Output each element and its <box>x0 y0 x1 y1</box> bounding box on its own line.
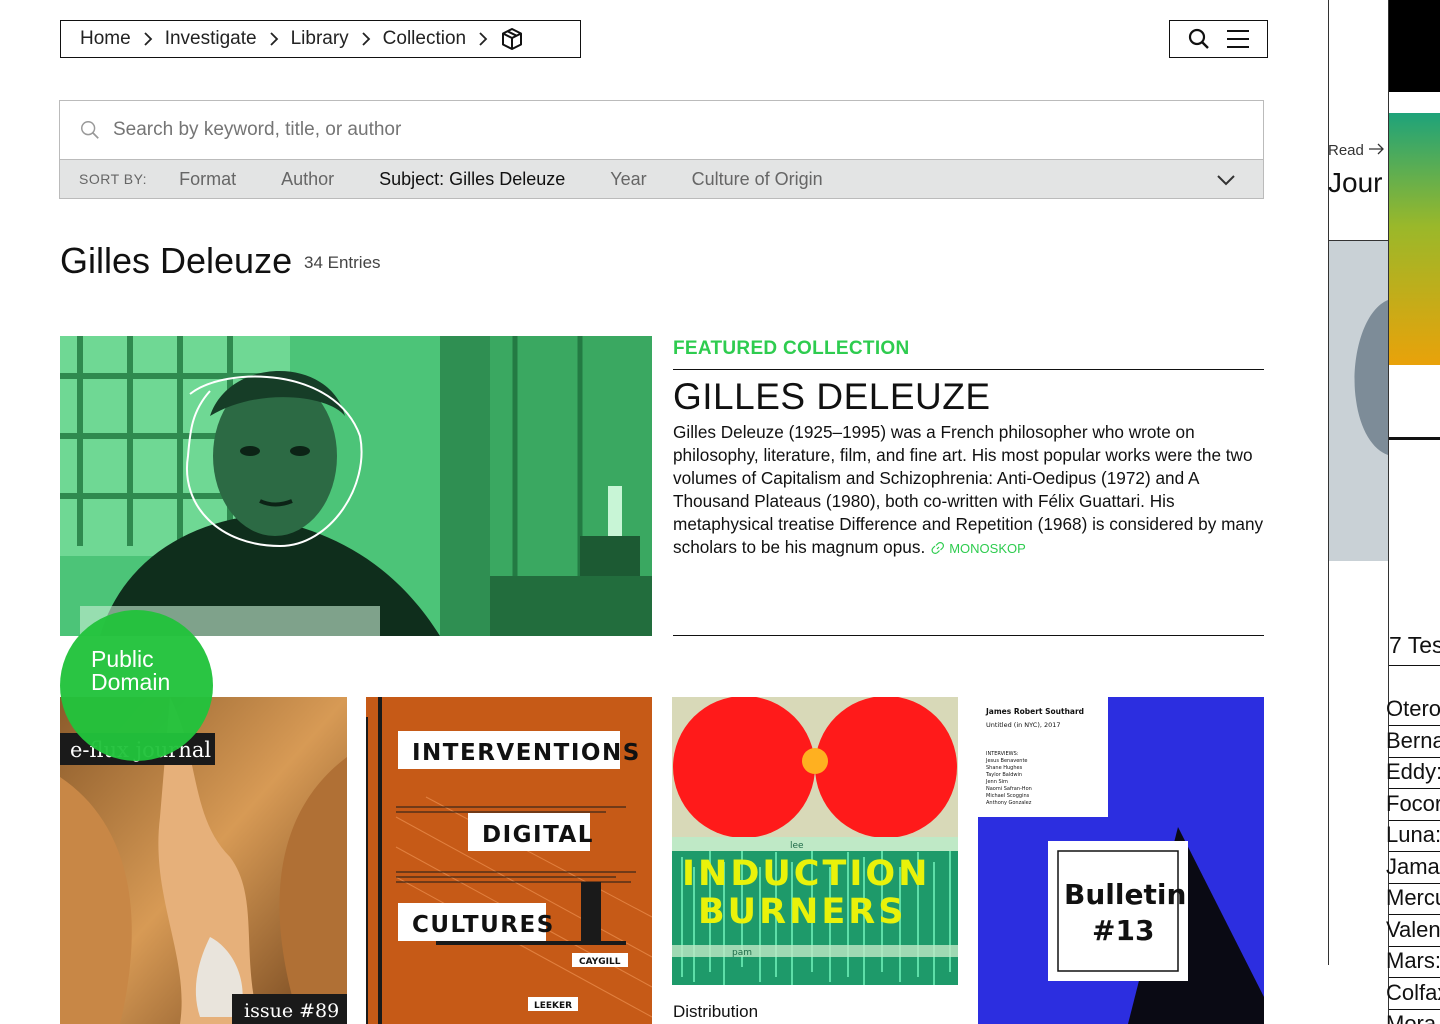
card-eflux-issue: issue #89 <box>244 1000 339 1022</box>
card2-publisher: LEEKER <box>534 1001 572 1011</box>
sort-option-year[interactable]: Year <box>610 169 646 190</box>
panel-list-head: 7 Tes <box>1389 632 1440 658</box>
panel-title-fragment[interactable]: Jour <box>1328 167 1382 198</box>
search-bar <box>59 100 1264 160</box>
sort-option-format[interactable]: Format <box>179 169 236 190</box>
badge-line-1: Public <box>91 646 154 672</box>
search-icon[interactable] <box>1187 27 1211 51</box>
package-icon[interactable] <box>500 27 524 51</box>
breadcrumb-collection[interactable]: Collection <box>383 28 466 50</box>
panel-list-item[interactable]: Focor <box>1386 791 1440 816</box>
card-bulletin-13[interactable]: James Robert Southard Untitled (in NYC),… <box>978 697 1264 1024</box>
read-label[interactable]: Read <box>1328 142 1364 159</box>
card3-caption[interactable]: Distribution <box>673 1002 758 1022</box>
panel-list-item[interactable]: Colfax <box>1386 980 1440 1005</box>
featured-description-text: Gilles Deleuze (1925–1995) was a French … <box>673 422 1264 557</box>
card4-number: #13 <box>1092 914 1154 947</box>
card4-bulletin: Bulletin <box>1064 878 1186 911</box>
divider <box>673 369 1264 370</box>
sort-label: SORT BY: <box>79 171 148 187</box>
entry-count: 34 Entries <box>304 253 381 272</box>
card2-word-interventions: INTERVENTIONS <box>412 740 641 766</box>
card4-list-head: INTERVIEWS: <box>986 751 1019 757</box>
card2-word-digital: DIGITAL <box>482 822 594 848</box>
sort-bar: SORT BY: Format Author Subject: Gilles D… <box>59 159 1264 199</box>
breadcrumb: Home Investigate Library Collection <box>60 20 581 58</box>
panel-list-item[interactable]: Jamal <box>1386 854 1440 879</box>
card3-word-induction: INDUCTION <box>682 854 930 894</box>
card4-work: Untitled (in NYC), 2017 <box>986 721 1061 729</box>
card4-author: James Robert Southard <box>985 707 1084 716</box>
featured-label: FEATURED COLLECTION <box>673 338 910 359</box>
featured-description: Gilles Deleuze (1925–1995) was a French … <box>673 421 1265 560</box>
card4-name: Anthony Gonzalez <box>986 800 1032 806</box>
divider <box>673 635 1264 636</box>
panel-list-item[interactable]: Eddy: <box>1386 759 1440 784</box>
panel-list-item[interactable]: Luna: <box>1386 822 1440 847</box>
breadcrumb-library[interactable]: Library <box>291 28 349 50</box>
sort-option-author[interactable]: Author <box>281 169 334 190</box>
link-icon <box>931 542 945 554</box>
search-input[interactable] <box>111 118 1115 142</box>
sort-option-subject[interactable]: Subject: Gilles Deleuze <box>379 169 565 190</box>
menu-icon[interactable] <box>1226 28 1250 50</box>
panel-list-item[interactable]: Otero <box>1386 696 1440 721</box>
card4-name: Jesus Benavente <box>985 758 1028 764</box>
card-induction-burners[interactable]: lee INDUCTION BURNERS pam <box>672 697 958 985</box>
monoskop-link[interactable]: MONOSKOP <box>931 541 1026 556</box>
card2-author: CAYGILL <box>579 957 621 967</box>
card2-word-cultures: CULTURES <box>412 912 555 938</box>
card3-word-burners: BURNERS <box>698 892 906 932</box>
chevron-right-icon <box>144 32 152 46</box>
chevron-down-icon[interactable] <box>1216 174 1236 186</box>
chevron-right-icon <box>269 32 278 46</box>
card4-name: Jenn Sim <box>985 779 1008 785</box>
featured-image[interactable] <box>60 336 652 636</box>
panel-list-item[interactable]: Valen <box>1386 917 1440 942</box>
breadcrumb-investigate[interactable]: Investigate <box>165 28 257 50</box>
monoskop-link-label: MONOSKOP <box>949 541 1026 556</box>
featured-title[interactable]: GILLES DELEUZE <box>673 376 991 418</box>
card4-name: Shane Hughes <box>986 765 1023 771</box>
header-controls <box>1169 20 1268 58</box>
panel-list-item[interactable]: Mars: <box>1386 948 1440 973</box>
chevron-right-icon <box>479 32 488 46</box>
card3-tag-lee: lee <box>790 841 804 851</box>
card4-name: Michael Scoggins <box>986 793 1030 799</box>
side-panel-preview[interactable]: Read Jour 7 Tes Otero Berna Eddy: Focor … <box>1328 0 1440 1024</box>
page-title: Gilles Deleuze <box>60 240 293 281</box>
panel-list-item[interactable]: Berna <box>1386 728 1440 753</box>
card4-name: Naomi Safran-Hon <box>986 786 1032 792</box>
card-interventions-digital-cultures[interactable]: INTERVENTIONS DIGITAL CULTURES CAYGILL L… <box>366 697 652 1024</box>
panel-list-item[interactable]: Mercu <box>1386 885 1440 910</box>
search-icon <box>81 121 99 139</box>
breadcrumb-home[interactable]: Home <box>80 28 131 50</box>
public-domain-badge: Public Domain <box>60 610 213 761</box>
chevron-right-icon <box>362 32 370 46</box>
card3-tag-pam: pam <box>732 948 752 958</box>
badge-line-2: Domain <box>91 669 171 695</box>
card4-name: Taylor Baldwin <box>985 772 1022 778</box>
sort-option-culture[interactable]: Culture of Origin <box>692 169 823 190</box>
panel-list-item[interactable]: Mora <box>1386 1011 1437 1024</box>
